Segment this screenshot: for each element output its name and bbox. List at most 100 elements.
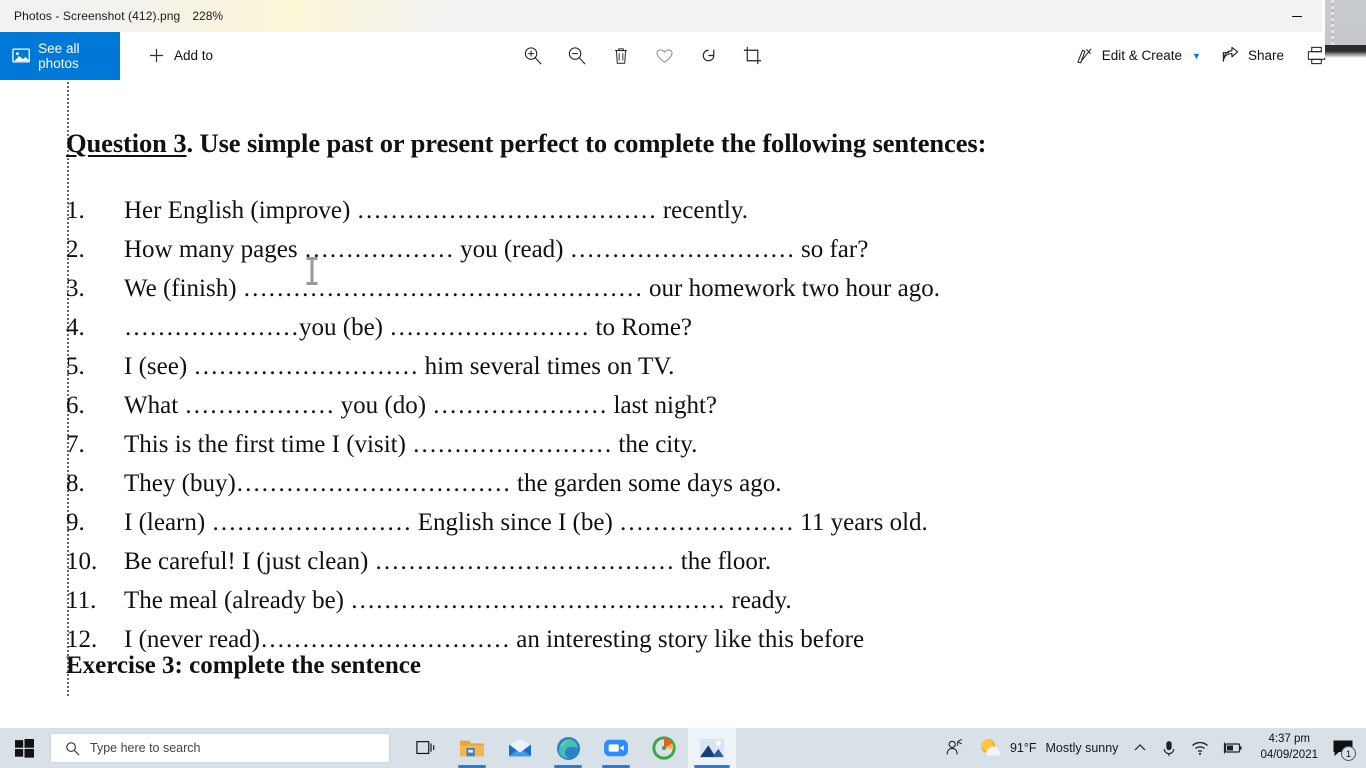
- item-number: 11.: [66, 587, 97, 614]
- notification-center-button[interactable]: 1: [1328, 728, 1362, 768]
- question-item-10: 10. Be careful! I (just clean) ……………………………: [66, 549, 1356, 574]
- item-text: Her English (improve) ……………………………… recen…: [124, 197, 748, 224]
- question-item-4: 4. …………………you (be) …………………… to Rome?: [66, 315, 1356, 340]
- question-item-11: 11. The meal (already be) …………………………………………: [66, 588, 1356, 613]
- share-button[interactable]: Share: [1211, 36, 1294, 76]
- windows-taskbar: Type here to search 91°F Mostly sunny 4:…: [0, 728, 1366, 768]
- microphone-icon: [1164, 740, 1175, 756]
- add-to-label: Add to: [174, 48, 214, 63]
- add-to-button[interactable]: Add to: [140, 32, 221, 80]
- green-app-icon: [652, 736, 676, 760]
- zoom-out-button[interactable]: [555, 36, 599, 76]
- favorite-button[interactable]: [643, 36, 687, 76]
- system-tray: 91°F Mostly sunny 4:37 pm 04/09/2021 1: [937, 728, 1366, 768]
- zoom-out-icon: [569, 47, 586, 65]
- window-title-bar: Photos - Screenshot (412).png 228%: [0, 0, 1366, 32]
- question-item-7: 7. This is the first time I (visit) ………………: [66, 432, 1356, 457]
- weather-widget[interactable]: 91°F Mostly sunny: [971, 728, 1127, 768]
- item-text: I (never read)………………………… an interesting …: [124, 626, 865, 653]
- item-number: 8.: [66, 470, 85, 497]
- crop-button[interactable]: [731, 36, 775, 76]
- clock-widget[interactable]: 4:37 pm 04/09/2021: [1250, 728, 1328, 768]
- item-number: 5.: [66, 353, 85, 380]
- question-item-1: 1. Her English (improve) ……………………………… rec…: [66, 198, 1356, 223]
- heading-question-label: Question 3: [66, 128, 187, 158]
- app-toolbar: See all photos Add to Edit & Create ▼ Sh…: [0, 31, 1366, 80]
- toolbar-right-group: Edit & Create ▼ Share: [1065, 32, 1366, 80]
- taskbar-app-zoom[interactable]: [592, 728, 640, 768]
- item-number: 12.: [66, 626, 98, 653]
- document-footer-text: Exercise 3: complete the sentence: [66, 652, 421, 679]
- share-label: Share: [1247, 48, 1284, 63]
- weather-description: Mostly sunny: [1045, 741, 1119, 755]
- item-number: 10.: [66, 548, 98, 575]
- network-button[interactable]: [1184, 728, 1216, 768]
- taskbar-search-box[interactable]: Type here to search: [50, 733, 390, 763]
- taskbar-app-mail[interactable]: [496, 728, 544, 768]
- taskbar-app-edge[interactable]: [544, 728, 592, 768]
- show-hidden-icons-button[interactable]: [1126, 728, 1154, 768]
- item-number: 2.: [66, 236, 85, 263]
- rotate-icon: [703, 49, 715, 62]
- taskbar-app-photos[interactable]: [688, 728, 736, 768]
- taskbar-app-green-app[interactable]: [640, 728, 688, 768]
- task-view-button[interactable]: [404, 728, 448, 768]
- item-text: They (buy)…………………………… the garden some da…: [124, 470, 782, 497]
- start-button[interactable]: [0, 728, 48, 768]
- question-item-9: 9. I (learn) …………………… English since I (be…: [66, 510, 1356, 535]
- taskbar-app-file-explorer[interactable]: [448, 728, 496, 768]
- trash-icon: [614, 47, 627, 64]
- question-item-6: 6. What ……………… you (do) ………………… last nigh…: [66, 393, 1356, 418]
- item-text: This is the first time I (visit) ……………………: [124, 431, 698, 458]
- clock-time: 4:37 pm: [1268, 733, 1310, 746]
- text-cursor-ibeam: [306, 257, 318, 285]
- photo-icon: [12, 48, 30, 63]
- window-title: Photos - Screenshot (412).png: [14, 9, 181, 23]
- item-text: What ……………… you (do) ………………… last night?: [124, 392, 717, 419]
- chevron-up-icon: [1135, 744, 1146, 751]
- photos-icon: [700, 738, 724, 758]
- document-image: Question 3. Use simple past or present p…: [0, 80, 1366, 728]
- edit-and-create-label: Edit & Create: [1101, 48, 1183, 63]
- see-all-photos-label: See all photos: [38, 40, 80, 71]
- document-heading: Question 3. Use simple past or present p…: [66, 128, 1346, 159]
- heading-rest: . Use simple past or present perfect to …: [186, 128, 987, 158]
- weather-temperature: 91°F: [1009, 741, 1037, 755]
- zoom-in-button[interactable]: [511, 36, 555, 76]
- delete-button[interactable]: [599, 36, 643, 76]
- question-item-2: 2. How many pages ……………… you (read) ………………: [66, 237, 1356, 262]
- sun-cloud-icon: [981, 739, 1001, 756]
- minimize-icon: [1292, 16, 1302, 17]
- crop-icon: [744, 46, 762, 65]
- item-text: …………………you (be) …………………… to Rome?: [124, 314, 693, 341]
- item-number: 4.: [66, 314, 85, 341]
- item-text: How many pages ……………… you (read) ……………………: [124, 236, 869, 263]
- wifi-icon: [1192, 741, 1209, 755]
- edge-icon: [556, 736, 580, 760]
- rotate-button[interactable]: [687, 36, 731, 76]
- item-number: 9.: [66, 509, 85, 536]
- photo-viewer[interactable]: Question 3. Use simple past or present p…: [0, 80, 1366, 728]
- battery-button[interactable]: [1216, 728, 1250, 768]
- item-number: 1.: [66, 197, 85, 224]
- item-text: I (learn) …………………… English since I (be) …: [124, 509, 928, 536]
- microphone-button[interactable]: [1154, 728, 1184, 768]
- item-number: 7.: [66, 431, 85, 458]
- item-text: Be careful! I (just clean) ……………………………… …: [124, 548, 772, 575]
- search-icon: [66, 741, 80, 755]
- item-number: 6.: [66, 392, 85, 419]
- see-all-photos-button[interactable]: See all photos: [0, 31, 120, 80]
- heart-icon: [656, 49, 674, 63]
- file-explorer-icon: [460, 740, 484, 757]
- overlay-window-edge: [1322, 0, 1366, 58]
- people-button[interactable]: [937, 728, 971, 768]
- zoom-app-icon: [604, 739, 628, 757]
- edit-and-create-button[interactable]: Edit & Create ▼: [1065, 36, 1211, 76]
- windows-logo-icon: [14, 738, 34, 758]
- battery-icon: [1224, 742, 1243, 754]
- chevron-down-icon: ▼: [1192, 50, 1201, 61]
- zoom-in-icon: [525, 47, 542, 65]
- clock-date: 04/09/2021: [1260, 749, 1318, 761]
- minimize-button[interactable]: [1274, 0, 1320, 32]
- notification-badge: 1: [1341, 746, 1356, 761]
